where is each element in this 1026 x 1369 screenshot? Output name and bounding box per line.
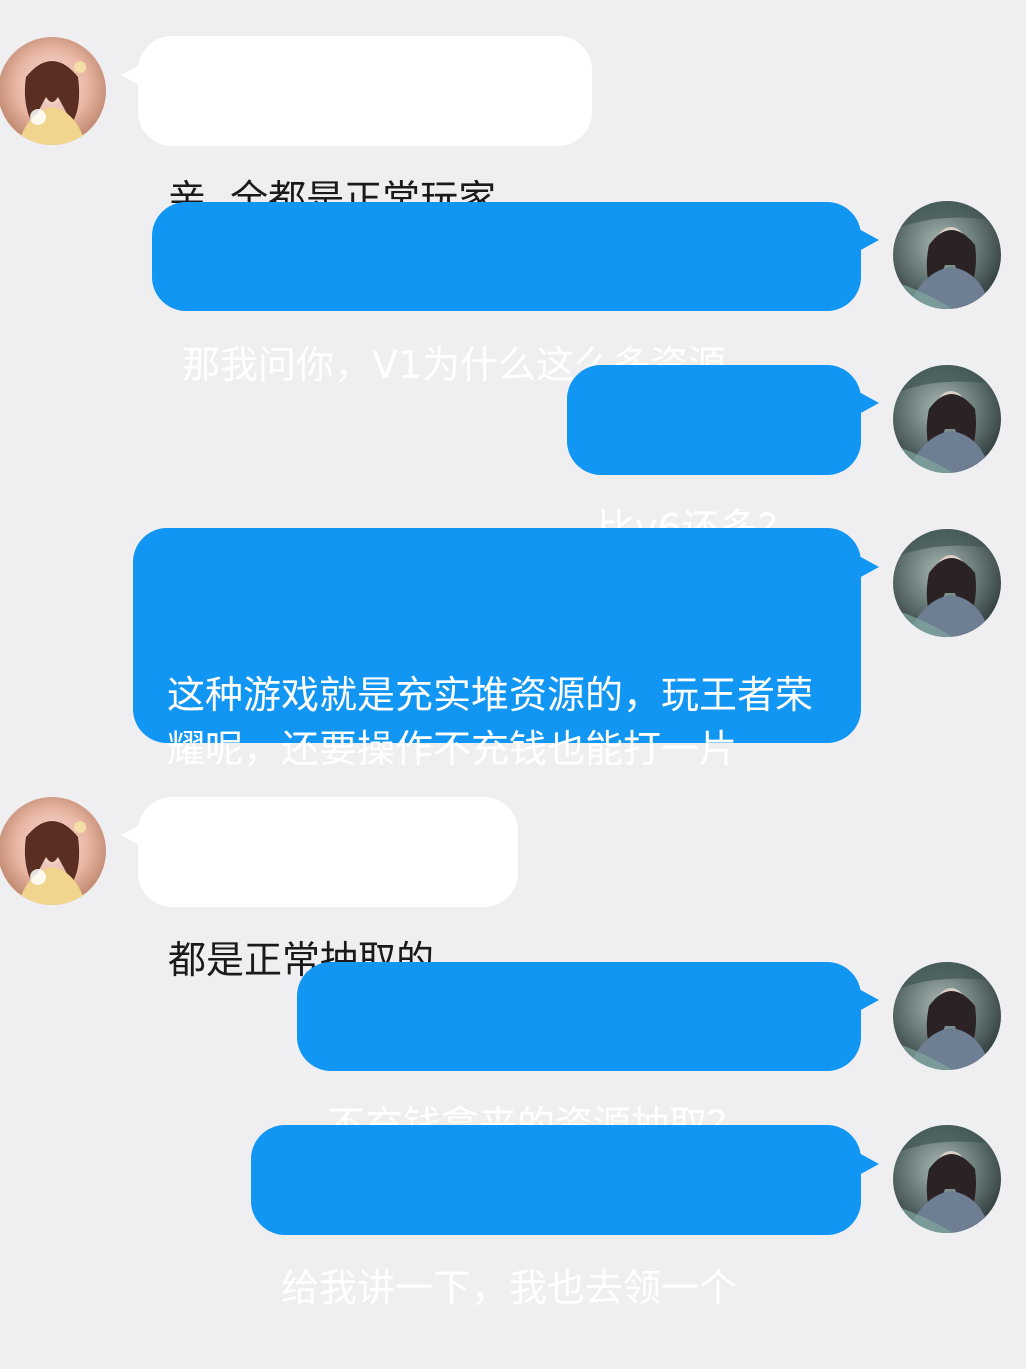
contact-avatar[interactable] <box>0 37 106 145</box>
message-bubble-incoming[interactable]: 亲 全都是正常玩家 <box>138 36 592 221</box>
bubble-tail <box>859 392 879 414</box>
bubble-tail <box>859 1153 879 1175</box>
bubble-tail <box>859 556 879 578</box>
bubble-tail <box>859 229 879 251</box>
message-text: 给我讲一下，我也去领一个 <box>281 1266 738 1310</box>
message-bubble-outgoing[interactable]: 那我问你，V1为什么这么多资源 <box>152 202 861 387</box>
self-avatar[interactable] <box>893 201 1001 309</box>
message-bubble-outgoing[interactable]: 这种游戏就是充实堆资源的，玩王者荣耀呢，还要操作不充钱也能打一片 <box>133 528 861 771</box>
contact-avatar[interactable] <box>0 797 106 905</box>
message-text: 这种游戏就是充实堆资源的，玩王者荣耀呢，还要操作不充钱也能打一片 <box>167 673 814 771</box>
self-avatar[interactable] <box>893 529 1001 637</box>
self-avatar[interactable] <box>893 1125 1001 1233</box>
message-bubble-outgoing[interactable]: 给我讲一下，我也去领一个 <box>251 1125 861 1310</box>
self-avatar[interactable] <box>893 365 1001 473</box>
message-bubble-incoming[interactable]: 都是正常抽取的 <box>138 797 518 982</box>
bubble-tail <box>859 989 879 1011</box>
self-avatar[interactable] <box>893 962 1001 1070</box>
message-bubble-outgoing[interactable]: 比v6还多？ <box>567 365 861 550</box>
message-bubble-outgoing[interactable]: 不充钱拿来的资源抽取？ <box>297 962 861 1147</box>
